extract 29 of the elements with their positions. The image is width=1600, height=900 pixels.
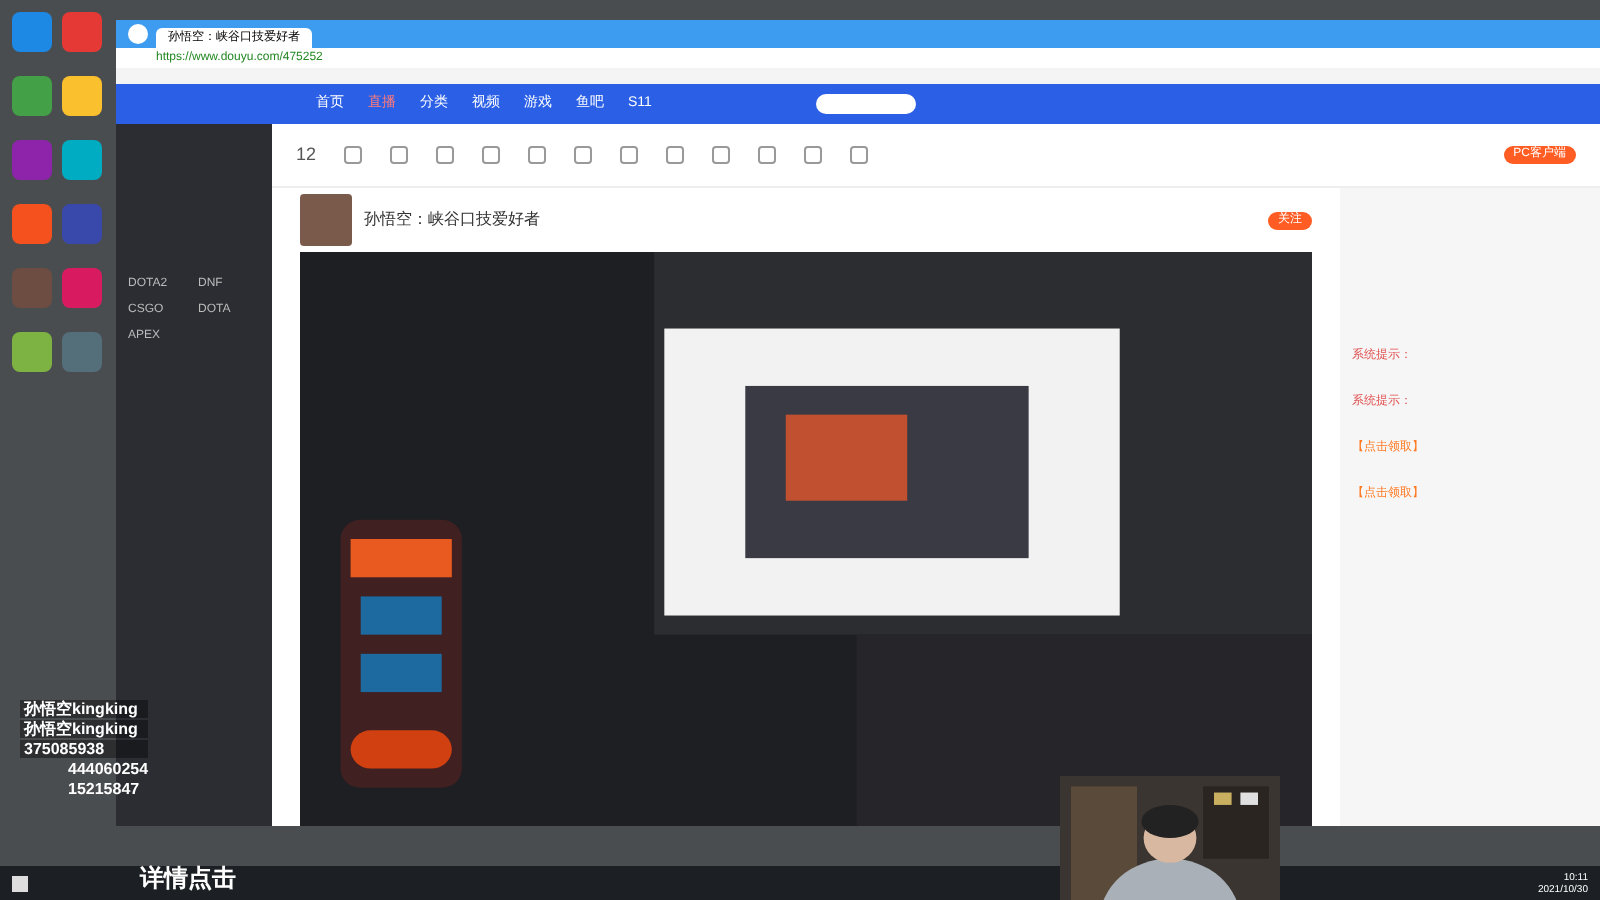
browser-logo-icon <box>128 24 148 44</box>
toolbar-icon[interactable] <box>482 146 501 164</box>
desktop-app-icon[interactable] <box>12 204 52 244</box>
desktop-app-icon[interactable] <box>62 76 102 116</box>
stream-title: 孙悟空：峡谷口技爱好者 <box>364 208 540 232</box>
count-label: 12 <box>296 141 317 168</box>
toolbar-icon[interactable] <box>436 146 455 164</box>
desktop-app-icon[interactable] <box>12 12 52 52</box>
windows-start-icon[interactable] <box>12 875 28 891</box>
toolbar-icon[interactable] <box>758 146 777 164</box>
toolbar-icon[interactable] <box>850 146 869 164</box>
desktop-app-icon[interactable] <box>12 332 52 372</box>
search-field[interactable] <box>815 94 916 114</box>
group-number-text: 444060254 <box>66 760 149 778</box>
overlay-caption: 详情点击 <box>140 864 236 892</box>
toolbar-icon[interactable] <box>620 146 639 164</box>
social-account-text: 孙悟空kingking <box>20 720 149 738</box>
desktop-app-icon[interactable] <box>62 140 102 180</box>
toolbar-icon[interactable] <box>574 146 593 164</box>
group-number-text: 15215847 <box>66 780 142 798</box>
toolbar-icon[interactable] <box>712 146 731 164</box>
toolbar-icon[interactable] <box>666 146 685 164</box>
toolbar-icon[interactable] <box>390 146 409 164</box>
social-account-text: 375085938 <box>20 740 149 758</box>
toolbar-icon[interactable] <box>528 146 547 164</box>
desktop-app-icon[interactable] <box>12 76 52 116</box>
toolbar-icon[interactable] <box>804 146 823 164</box>
social-account-text: 孙悟空kingking <box>20 700 149 718</box>
toolbar-icon[interactable] <box>344 146 363 164</box>
